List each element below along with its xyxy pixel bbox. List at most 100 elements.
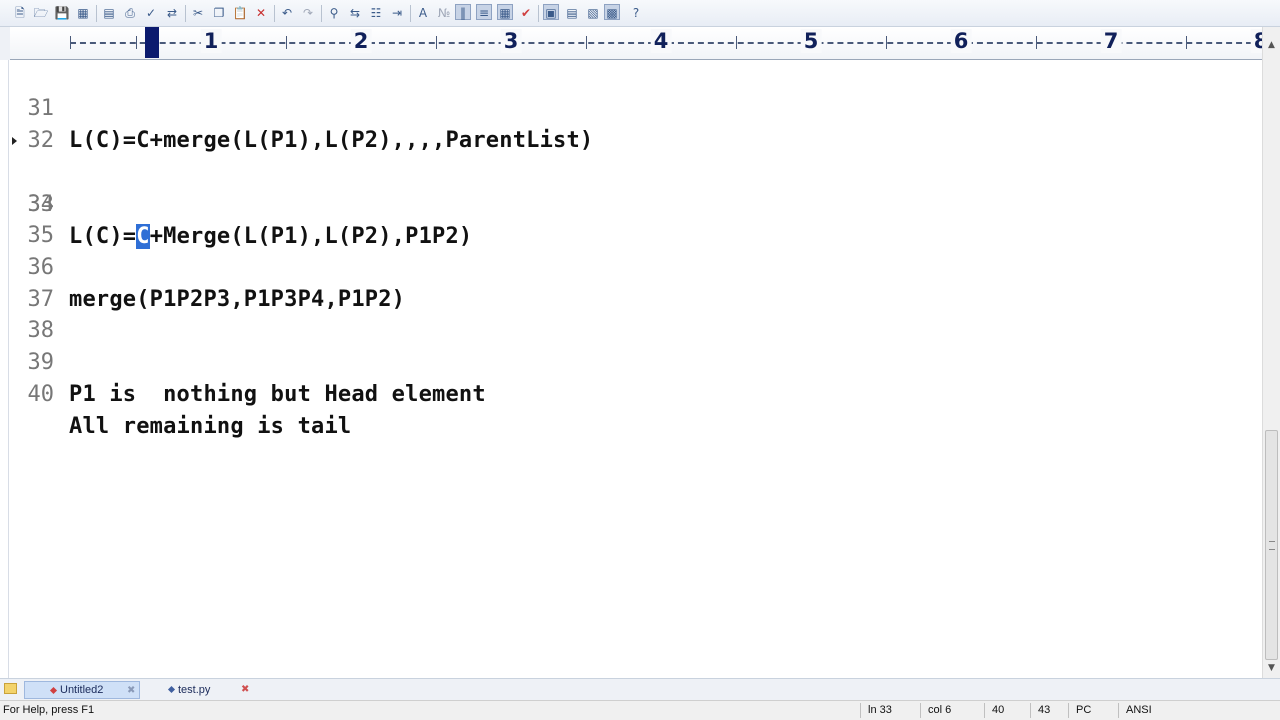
ruler-number: 6 <box>950 29 972 53</box>
window-4-icon[interactable]: ▩ <box>604 4 620 20</box>
editor-line[interactable]: 32 <box>0 93 1262 153</box>
status-line: ln 33 <box>868 704 892 716</box>
editor-line[interactable]: 37 <box>0 252 1262 312</box>
new-file-icon[interactable]: 🗎 <box>12 5 28 21</box>
status-bar: For Help, press F1 ln 33 col 6 40 43 PC … <box>0 700 1280 720</box>
window-3-icon[interactable]: ▧ <box>585 5 601 21</box>
open-folder-icon[interactable]: 🗁 <box>33 5 49 21</box>
font-size-icon[interactable]: A <box>415 5 431 21</box>
window-1-icon[interactable]: ▣ <box>543 4 559 20</box>
ruler-number: 4 <box>650 29 672 53</box>
redo-icon[interactable]: ↷ <box>300 5 316 21</box>
scroll-down-arrow-icon[interactable]: ▼ <box>1263 660 1280 677</box>
status-separator <box>1118 703 1119 718</box>
tab-close-icon[interactable]: ✖ <box>127 682 135 700</box>
document-tab-bar: Untitled2 ✖ test.py ✖ <box>0 678 1280 700</box>
ruler-tick <box>136 36 137 49</box>
editor[interactable]: 31 L(C)=C+merge(L(P1),L(P2),,,,ParentLis… <box>0 60 1262 678</box>
save-icon[interactable]: 💾 <box>54 5 70 21</box>
tab-label: Untitled2 <box>60 684 104 696</box>
copy-icon[interactable]: ❐ <box>211 5 227 21</box>
goto-icon[interactable]: ⇥ <box>389 5 405 21</box>
tab-test-py[interactable]: test.py ✖ <box>145 681 255 699</box>
ruler-tick <box>586 36 587 49</box>
ruler-tick <box>886 36 887 49</box>
status-value-2: 43 <box>1038 704 1051 716</box>
toolbar-separator <box>274 5 275 22</box>
ruler-tick <box>1036 36 1037 49</box>
scrollbar-grip-icon <box>1269 541 1275 550</box>
editor-line[interactable]: 39 P1 is nothing but Head element <box>0 315 1262 407</box>
column-mode-icon[interactable]: ‖ <box>455 4 471 20</box>
editor-line[interactable]: 38 <box>0 283 1262 343</box>
ruler-tick <box>70 36 71 49</box>
status-line-ending: PC <box>1076 704 1092 716</box>
convert-icon[interactable]: ⇄ <box>164 5 180 21</box>
ruler-number: 1 <box>200 29 222 53</box>
folder-icon[interactable] <box>4 683 17 694</box>
ruler-row: 1 2 3 4 5 6 7 8 <box>0 27 1280 60</box>
spellcheck-icon[interactable]: ✓ <box>143 5 159 21</box>
tab-untitled2[interactable]: Untitled2 ✖ <box>24 681 140 699</box>
status-separator <box>860 703 861 718</box>
print-preview-icon[interactable]: ▤ <box>101 5 117 21</box>
ruler-tick <box>1186 36 1187 49</box>
line-number: 40 <box>27 382 55 407</box>
paste-icon[interactable]: 📋 <box>232 5 248 21</box>
status-column: col 6 <box>928 704 952 716</box>
ruler-number: 3 <box>500 29 522 53</box>
toolbar-separator <box>321 5 322 22</box>
hex-icon[interactable]: № <box>436 5 452 21</box>
vertical-scrollbar[interactable]: ▲ ▼ <box>1262 27 1280 678</box>
toolbar-separator <box>538 5 539 22</box>
ruler-cursor <box>145 27 159 58</box>
ruler-number: 7 <box>1100 29 1122 53</box>
editor-line[interactable]: 34 <box>0 157 1262 217</box>
editor-line[interactable]: 31 L(C)=C+merge(L(P1),L(P2),,,,ParentLis… <box>0 61 1262 153</box>
tab-file-icon <box>167 685 176 694</box>
undo-icon[interactable]: ↶ <box>279 5 295 21</box>
toolbar: 🗎 🗁 💾 ▦ ▤ ⎙ ✓ ⇄ ✂ ❐ 📋 ✕ ↶ ↷ ⚲ ⇆ ☷ ⇥ A № … <box>0 0 1280 27</box>
status-encoding: ANSI <box>1126 704 1152 716</box>
ruler-tick <box>286 36 287 49</box>
word-wrap-icon[interactable]: ≡ <box>476 4 492 20</box>
print-icon[interactable]: ⎙ <box>122 5 138 21</box>
abc-icon[interactable]: ▦ <box>497 4 513 20</box>
check-icon[interactable]: ✔ <box>518 5 534 21</box>
line-text: All remaining is tail <box>69 414 352 439</box>
ruler-tick <box>736 36 737 49</box>
status-separator <box>920 703 921 718</box>
editor-line[interactable]: 40 All remaining is tail <box>0 347 1262 439</box>
tab-modified-icon <box>49 686 58 695</box>
editor-line[interactable]: 35 <box>0 188 1262 248</box>
toolbar-separator <box>96 5 97 22</box>
status-separator <box>1068 703 1069 718</box>
ruler-number: 5 <box>800 29 822 53</box>
tab-close-icon[interactable]: ✖ <box>241 681 249 699</box>
editor-line[interactable]: 36 merge(P1P2P3,P1P3P4,P1P2) <box>0 220 1262 312</box>
toolbar-separator <box>410 5 411 22</box>
toolbar-separator <box>185 5 186 22</box>
cut-icon[interactable]: ✂ <box>190 5 206 21</box>
find-icon[interactable]: ⚲ <box>326 5 342 21</box>
save-all-icon[interactable]: ▦ <box>75 5 91 21</box>
ruler-number: 2 <box>350 29 372 53</box>
delete-icon[interactable]: ✕ <box>253 5 269 21</box>
scrollbar-thumb[interactable] <box>1265 430 1278 660</box>
status-value-1: 40 <box>992 704 1005 716</box>
window-2-icon[interactable]: ▤ <box>564 5 580 21</box>
replace-icon[interactable]: ⇆ <box>347 5 363 21</box>
ruler[interactable]: 1 2 3 4 5 6 7 8 <box>10 27 1262 60</box>
status-separator <box>984 703 985 718</box>
line-text: P1 is nothing but Head element <box>69 382 486 407</box>
editor-line-current[interactable]: 33 L(C)=C+Merge(L(P1),L(P2),P1P2) <box>0 125 1262 249</box>
scroll-up-arrow-icon[interactable]: ▲ <box>1263 37 1280 54</box>
ruler-number: 8 <box>1250 29 1262 53</box>
ruler-tick <box>436 36 437 49</box>
current-line-marker-icon <box>12 137 17 145</box>
help-icon[interactable]: ? <box>628 5 644 21</box>
find-in-files-icon[interactable]: ☷ <box>368 5 384 21</box>
status-help-text: For Help, press F1 <box>3 704 95 716</box>
status-separator <box>1030 703 1031 718</box>
tab-label: test.py <box>178 684 211 696</box>
